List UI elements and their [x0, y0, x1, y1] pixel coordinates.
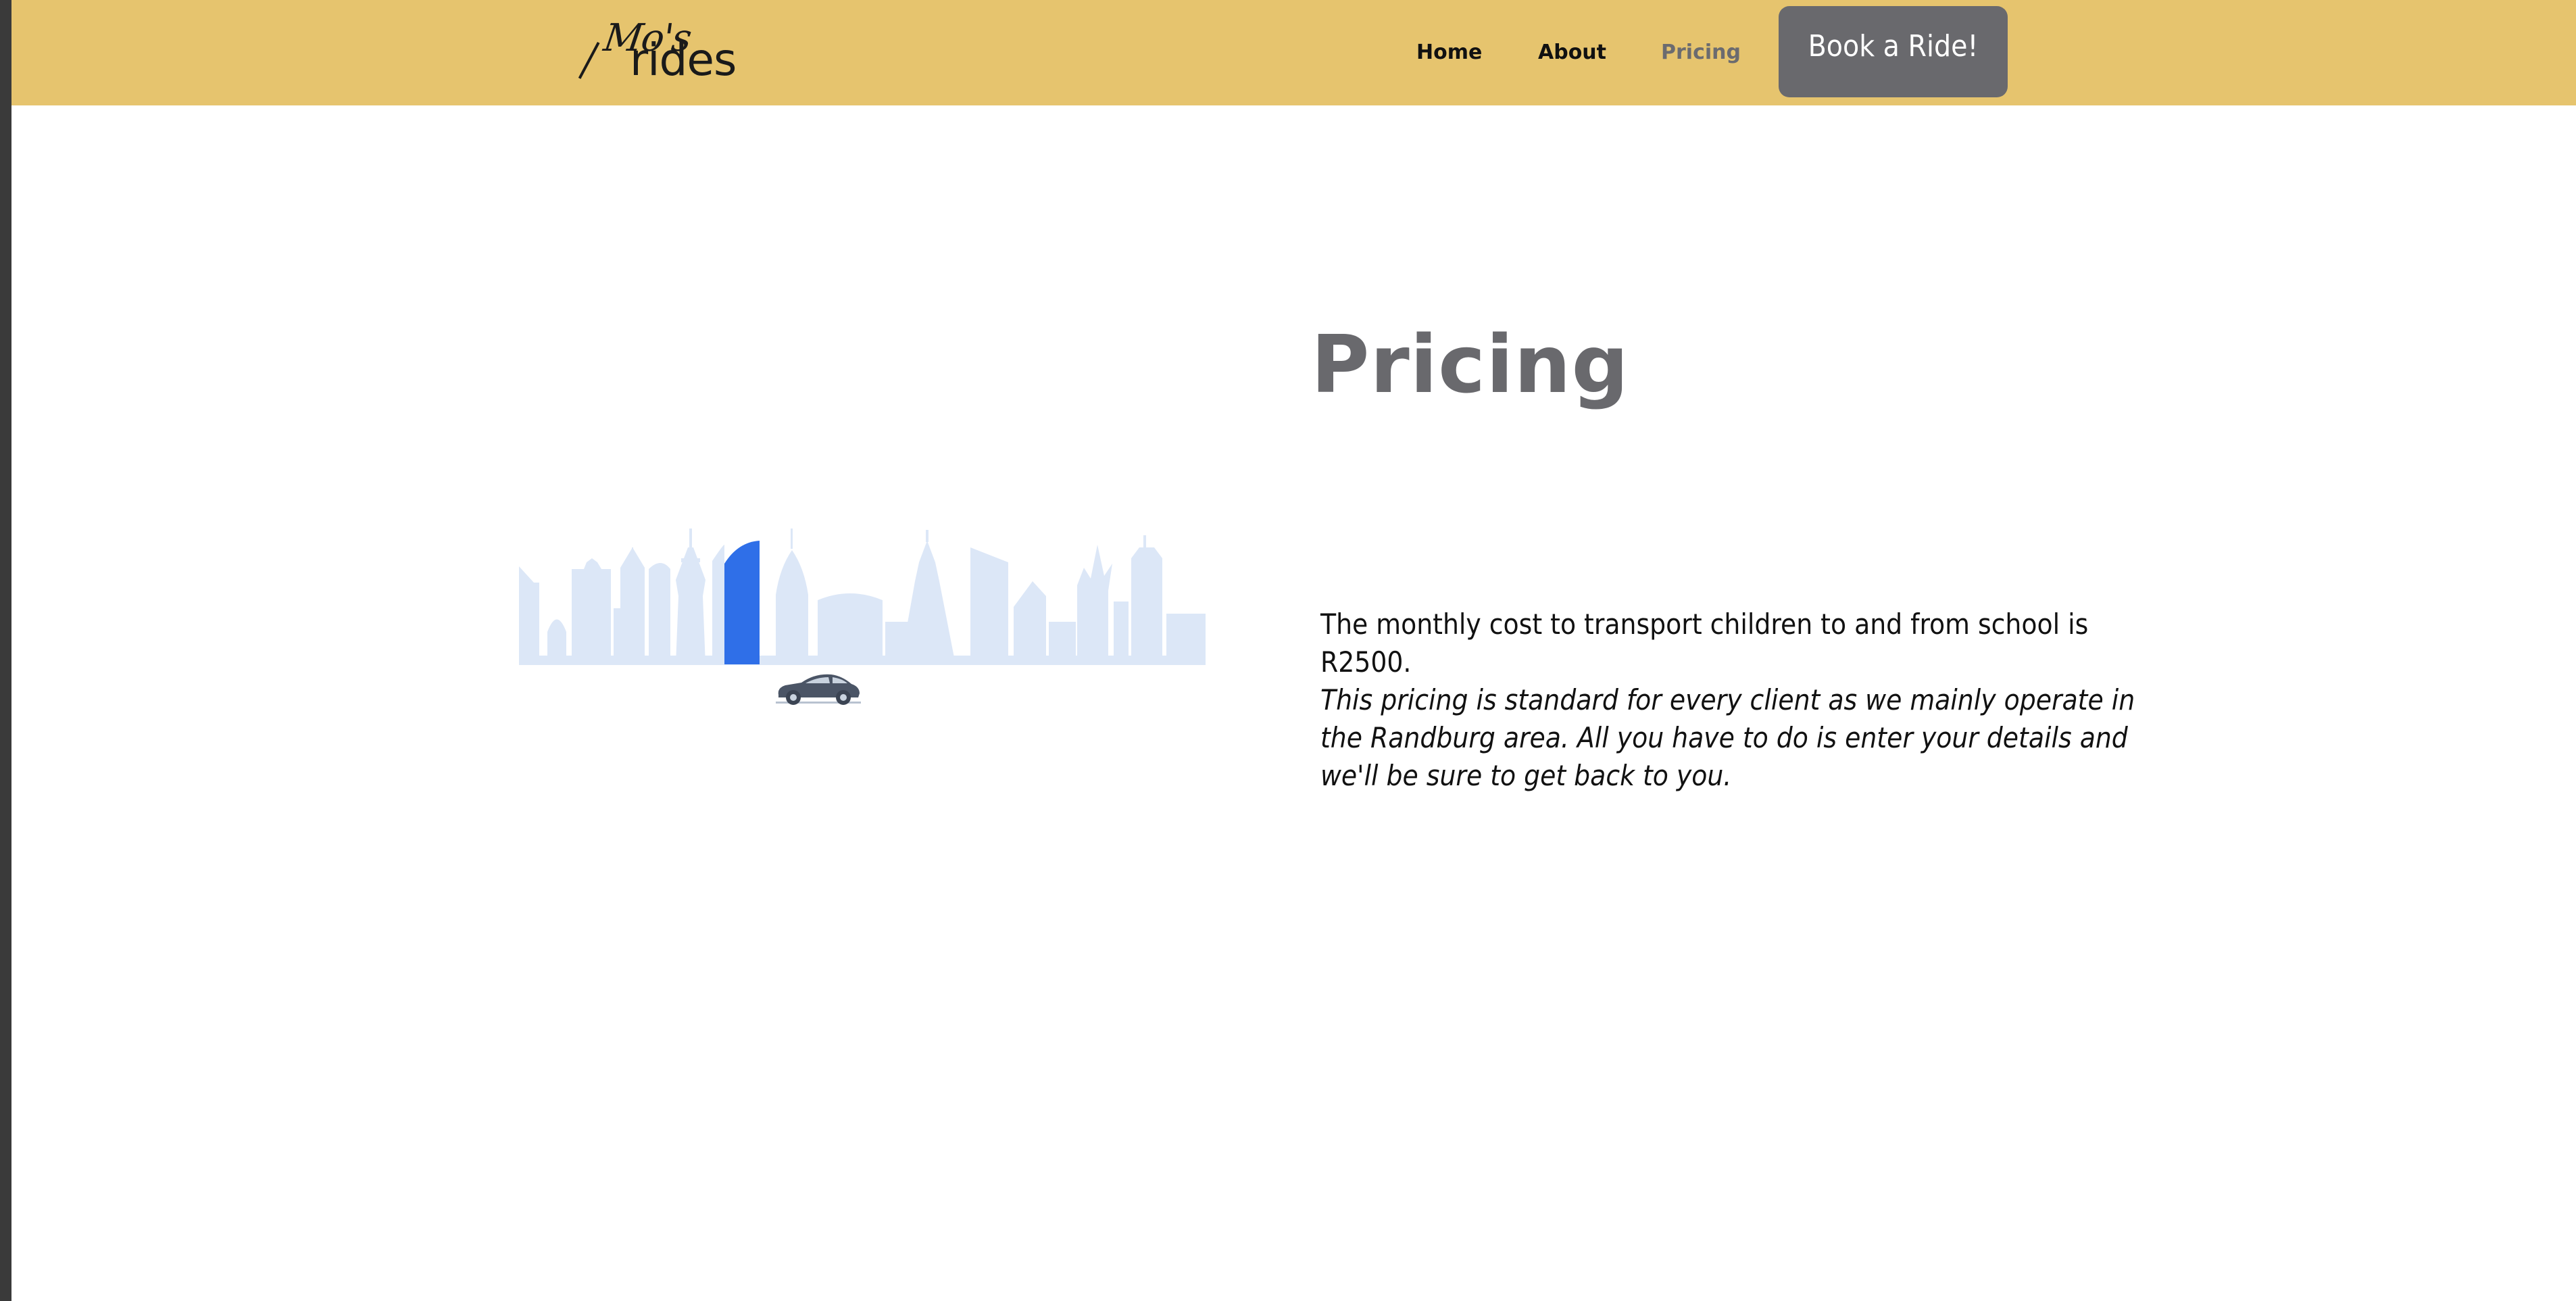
highlighted-building [724, 541, 760, 664]
navbar: Mo's rides [11, 0, 2576, 105]
nav-link-pricing[interactable]: Pricing [1661, 41, 1741, 64]
skyline-buildings [519, 529, 1206, 665]
book-ride-button[interactable]: Book a Ride! [1779, 6, 2008, 97]
city-skyline-illustration [519, 520, 1206, 716]
nav-link-home[interactable]: Home [1416, 41, 1482, 64]
nav-link-about[interactable]: About [1538, 41, 1606, 64]
skyline-svg [519, 529, 1206, 705]
logo-stroke [578, 42, 600, 79]
car-icon [776, 674, 861, 705]
logo-line2: rides [630, 34, 737, 86]
logo[interactable]: Mo's rides [578, 15, 738, 86]
pricing-cost-text: The monthly cost to transport children t… [1320, 608, 2089, 679]
page-title: Pricing [1311, 318, 1629, 411]
pricing-note-text: This pricing is standard for every clien… [1320, 683, 2135, 792]
pricing-description: The monthly cost to transport children t… [1320, 606, 2145, 795]
left-window-edge [0, 0, 11, 1301]
